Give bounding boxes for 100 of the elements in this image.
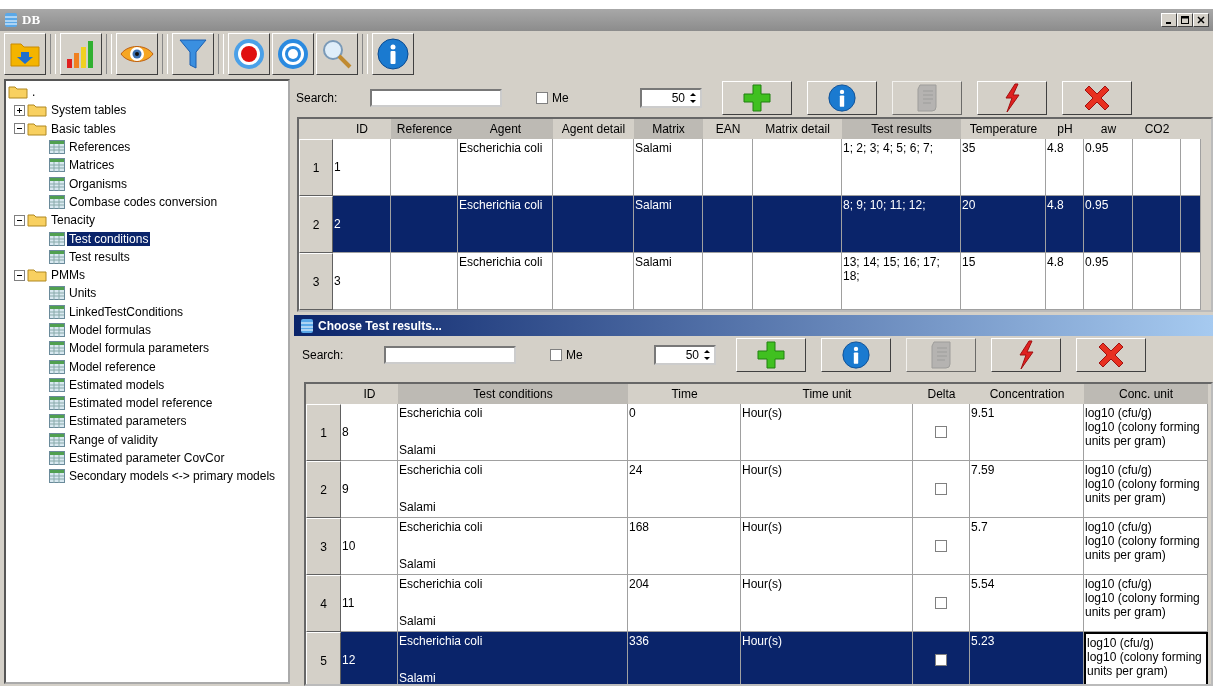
tree-item[interactable]: Units (67, 286, 99, 301)
column-header[interactable]: Reference (391, 119, 458, 139)
folder-icon (27, 103, 47, 118)
row-number[interactable]: 1 (299, 139, 333, 196)
tree-item[interactable]: Tenacity (49, 213, 98, 228)
add-button[interactable] (736, 338, 806, 372)
table-cell (1181, 139, 1201, 196)
table-cell (703, 196, 753, 253)
lightning-button[interactable] (977, 81, 1047, 115)
tree-item[interactable]: Model reference (67, 359, 158, 374)
checkbox-label: Me (552, 91, 569, 105)
table-cell: 5.23 (970, 632, 1084, 684)
table-cell: 0 (628, 404, 741, 461)
tree-item[interactable]: Range of validity (67, 432, 160, 447)
maximize-icon (1181, 16, 1189, 24)
tree-item[interactable]: Test conditions (67, 231, 151, 246)
tree-item[interactable]: Secondary models <-> primary models (67, 469, 278, 484)
table-cell-text: Escherichia coli (399, 520, 484, 534)
table-icon (49, 323, 65, 337)
row-number[interactable]: 2 (299, 196, 333, 253)
tree-item[interactable]: System tables (49, 103, 129, 118)
page-size-spinner[interactable]: 50 (640, 88, 702, 108)
checkbox[interactable] (935, 654, 947, 666)
database-icon (4, 12, 18, 28)
search-icon (322, 39, 352, 69)
tree-item[interactable]: Test results (67, 249, 132, 264)
checkbox[interactable] (935, 483, 947, 495)
row-number[interactable]: 3 (299, 253, 333, 310)
column-header[interactable]: Conc. unit (1084, 384, 1208, 404)
delete-icon (1097, 341, 1125, 369)
minimize-button[interactable] (1161, 13, 1177, 27)
table-icon (49, 249, 65, 264)
tree-item[interactable]: Estimated parameter CovCor (67, 451, 227, 466)
collapse-toggle[interactable] (14, 123, 25, 135)
toolbar-button[interactable] (316, 33, 358, 75)
column-header[interactable]: Test conditions (398, 384, 628, 404)
tree-root[interactable]: . (30, 85, 38, 100)
tree-item[interactable]: PMMs (49, 268, 87, 283)
toolbar-button[interactable] (272, 33, 314, 75)
info-button[interactable] (821, 338, 891, 372)
tree-item[interactable]: Matrices (67, 158, 117, 173)
table-cell: 10 (341, 518, 398, 575)
expand-toggle[interactable] (14, 104, 25, 116)
row-number[interactable]: 3 (306, 518, 341, 575)
checkbox[interactable] (536, 92, 548, 104)
tree-item[interactable]: Estimated model reference (67, 396, 215, 411)
info-button[interactable] (807, 81, 877, 115)
table-cell: 15 (961, 253, 1046, 310)
checkbox[interactable] (550, 349, 562, 361)
row-number[interactable]: 4 (306, 575, 341, 632)
lightning-button[interactable] (991, 338, 1061, 372)
table-icon (49, 286, 65, 301)
search-field[interactable] (370, 89, 502, 107)
row-number[interactable]: 2 (306, 461, 341, 518)
delete-button[interactable] (1062, 81, 1132, 115)
column-header[interactable]: Agent (458, 119, 553, 139)
tree-item[interactable]: Model formula parameters (67, 341, 212, 356)
table-cell: 336 (628, 632, 741, 684)
table-cell-text: Escherichia coli (399, 463, 484, 477)
lightning-icon (1003, 83, 1021, 113)
tree-item[interactable]: Basic tables (49, 121, 118, 136)
table-cell: 0.95 (1084, 253, 1133, 310)
tree-item[interactable]: References (67, 140, 133, 155)
table-cell-text: log10 (cfu/g) (1085, 520, 1153, 534)
delete-button[interactable] (1076, 338, 1146, 372)
row-number[interactable]: 1 (306, 404, 341, 461)
page-size-spinner[interactable]: 50 (654, 345, 716, 365)
table-cell: 35 (961, 139, 1046, 196)
toolbar-button[interactable] (4, 33, 46, 75)
row-number[interactable]: 5 (306, 632, 341, 684)
table-icon (49, 414, 65, 429)
tree-item[interactable]: LinkedTestConditions (67, 304, 186, 319)
toolbar-button[interactable] (116, 33, 158, 75)
tree-item[interactable]: Estimated models (67, 377, 167, 392)
toolbar-button[interactable] (372, 33, 414, 75)
toolbar-button[interactable] (60, 33, 102, 75)
collapse-toggle[interactable] (14, 214, 25, 226)
table-icon (49, 377, 65, 392)
tree-item[interactable]: Combase codes conversion (67, 194, 220, 209)
table-cell: Escherichia coli (458, 196, 553, 253)
add-button[interactable] (722, 81, 792, 115)
table-icon (49, 158, 65, 173)
tree-item[interactable]: Organisms (67, 176, 129, 191)
search-field[interactable] (384, 346, 516, 364)
table-cell: 13; 14; 15; 16; 17; 18; (842, 253, 961, 310)
maximize-button[interactable] (1177, 13, 1193, 27)
toolbar-button[interactable] (228, 33, 270, 75)
tree-item[interactable]: Model formulas (67, 323, 154, 337)
checkbox[interactable] (935, 540, 947, 552)
checkbox[interactable] (935, 597, 947, 609)
close-button[interactable] (1193, 13, 1209, 27)
collapse-toggle[interactable] (14, 269, 25, 281)
tree-item[interactable]: Estimated parameters (67, 414, 189, 429)
table-cell: 7.59 (970, 461, 1084, 518)
toolbar-button[interactable] (172, 33, 214, 75)
checkbox[interactable] (935, 426, 947, 438)
column-header[interactable]: Matrix (634, 119, 703, 139)
table-cell: 9 (341, 461, 398, 518)
table-cell: 1; 2; 3; 4; 5; 6; 7; (842, 139, 961, 196)
column-header[interactable]: Test results (842, 119, 961, 139)
